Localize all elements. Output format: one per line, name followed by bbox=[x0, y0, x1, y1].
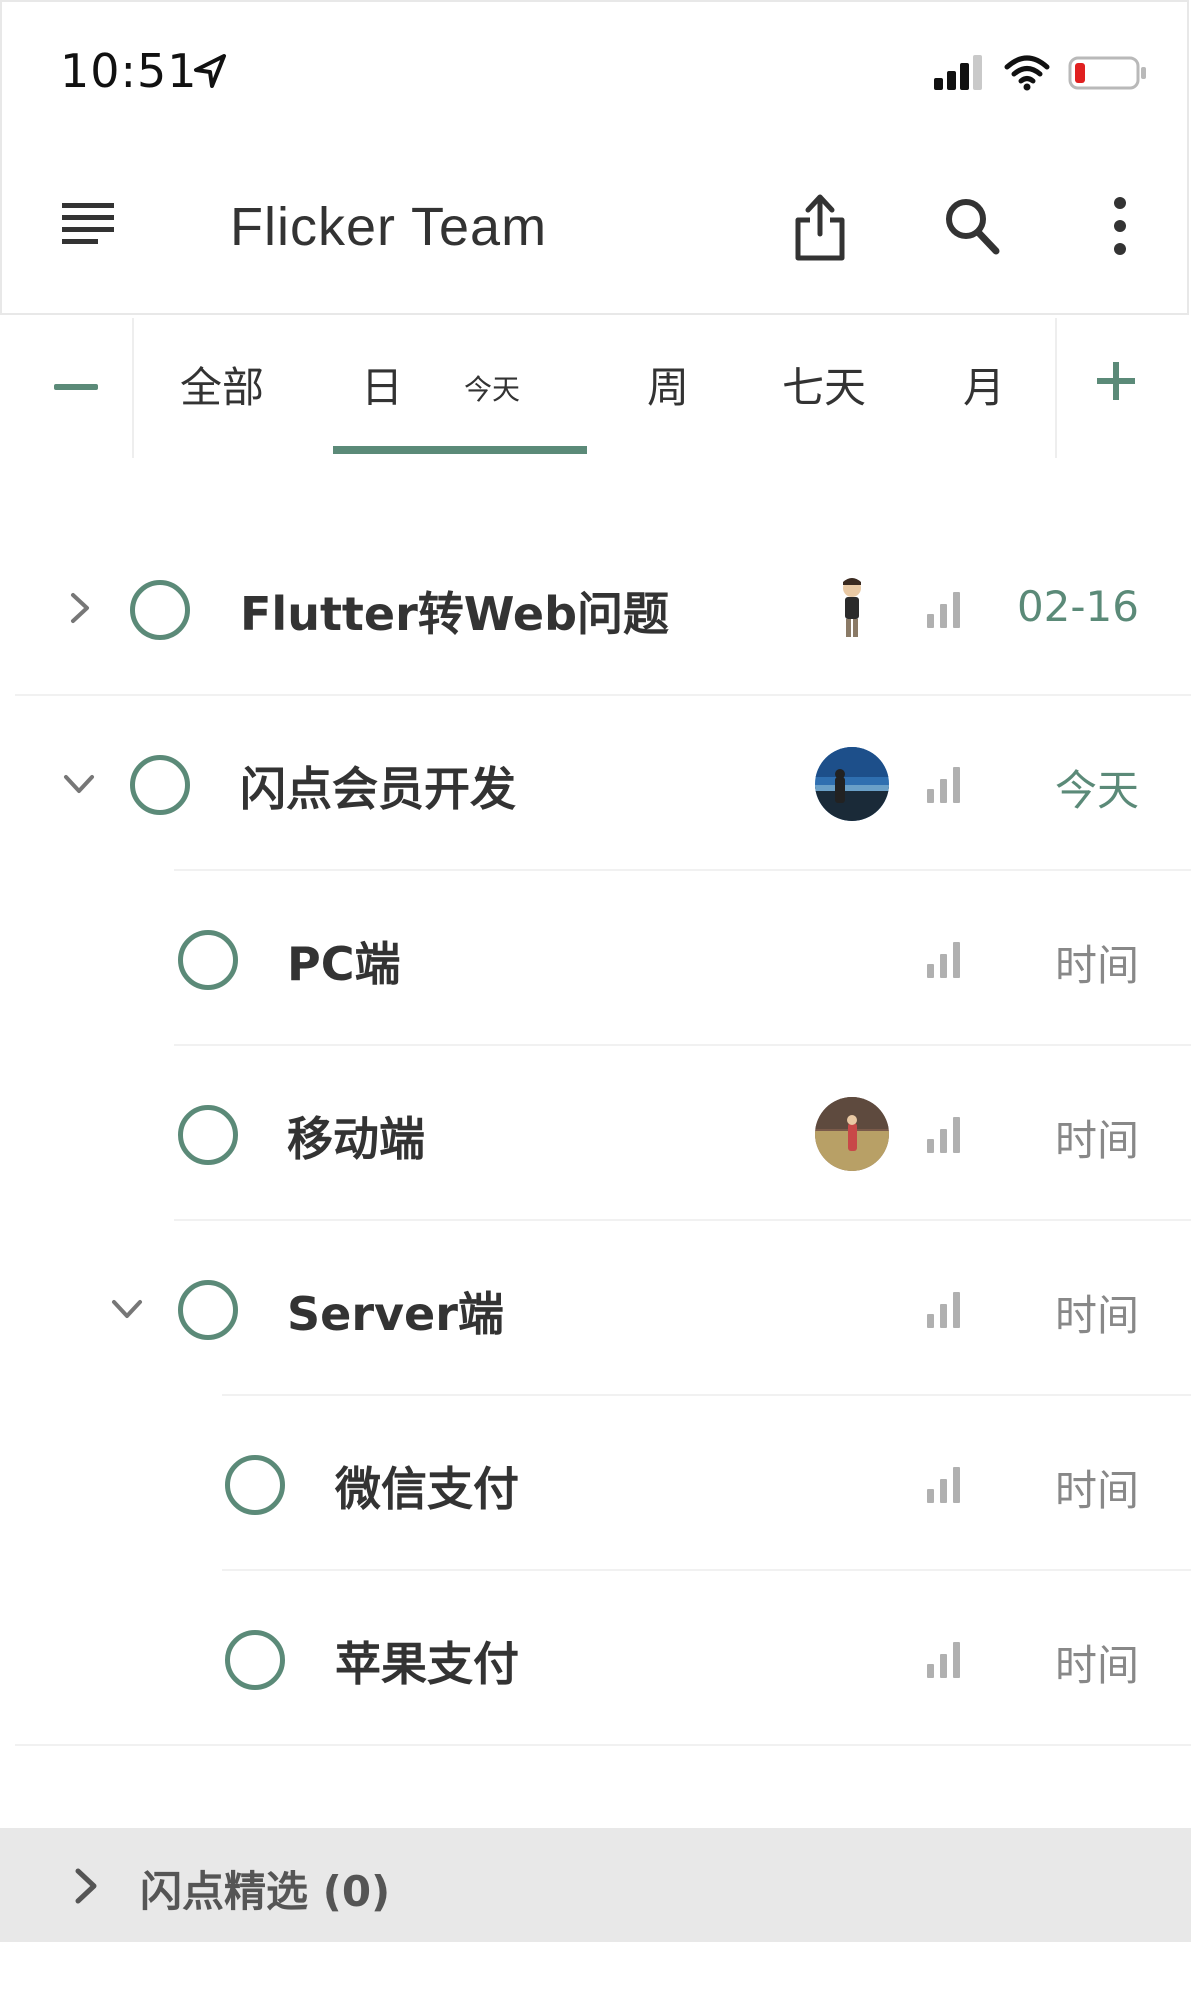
task-due-date[interactable]: 今天 bbox=[1055, 757, 1139, 818]
share-icon[interactable] bbox=[792, 192, 848, 262]
selected-tab-indicator bbox=[333, 446, 587, 454]
task-due-date[interactable]: 时间 bbox=[1055, 1107, 1139, 1168]
priority-icon[interactable] bbox=[924, 588, 964, 630]
search-icon[interactable] bbox=[944, 197, 1000, 255]
row-divider bbox=[174, 1219, 1191, 1221]
chevron-right-icon[interactable] bbox=[70, 1866, 100, 1906]
task-due-date[interactable]: 时间 bbox=[1055, 1282, 1139, 1343]
chevron-down-icon[interactable] bbox=[63, 767, 95, 799]
priority-icon[interactable] bbox=[924, 1638, 964, 1680]
tab-day-sub: 今天 bbox=[464, 373, 521, 406]
task-row[interactable]: Flutter转Web问题 02-16 bbox=[0, 522, 1191, 696]
chevron-right-icon[interactable] bbox=[63, 592, 95, 624]
task-title: 移动端 bbox=[287, 1112, 425, 1166]
priority-icon[interactable] bbox=[924, 763, 964, 805]
task-due-date[interactable]: 时间 bbox=[1055, 1457, 1139, 1518]
cellular-signal-icon bbox=[934, 55, 982, 90]
row-divider bbox=[222, 1569, 1191, 1571]
task-due-date[interactable]: 02-16 bbox=[1017, 582, 1139, 631]
group-header[interactable]: 闪点精选 (0) bbox=[0, 1828, 1191, 1942]
period-tabs: 全部 日 今天 周 七天 月 bbox=[0, 318, 1191, 458]
tab-seven-days[interactable]: 七天 bbox=[782, 354, 866, 415]
more-vertical-icon[interactable] bbox=[1104, 196, 1136, 256]
tab-all[interactable]: 全部 bbox=[180, 354, 264, 415]
row-divider bbox=[174, 869, 1191, 871]
task-due-date[interactable]: 时间 bbox=[1055, 932, 1139, 993]
wifi-icon bbox=[1004, 55, 1050, 91]
task-due-date[interactable]: 时间 bbox=[1055, 1632, 1139, 1693]
task-title: 闪点会员开发 bbox=[240, 762, 516, 816]
remove-tab-icon[interactable] bbox=[54, 384, 98, 390]
task-checkbox[interactable] bbox=[225, 1455, 285, 1515]
task-title: 微信支付 bbox=[335, 1462, 519, 1516]
group-label: 闪点精选 (0) bbox=[140, 1867, 391, 1916]
status-time: 10:51 bbox=[60, 44, 198, 98]
row-divider bbox=[15, 1744, 1191, 1746]
task-row[interactable]: 闪点会员开发 今天 bbox=[0, 697, 1191, 871]
priority-icon[interactable] bbox=[924, 938, 964, 980]
row-divider bbox=[222, 1394, 1191, 1396]
task-row[interactable]: 苹果支付 时间 bbox=[0, 1572, 1191, 1746]
tab-divider bbox=[132, 318, 134, 458]
task-title: Server端 bbox=[287, 1287, 504, 1341]
add-tab-icon[interactable] bbox=[1095, 360, 1137, 402]
task-row[interactable]: 微信支付 时间 bbox=[0, 1397, 1191, 1571]
chevron-down-icon[interactable] bbox=[111, 1292, 143, 1324]
task-title: PC端 bbox=[287, 937, 401, 991]
task-title: Flutter转Web问题 bbox=[240, 587, 670, 641]
task-checkbox[interactable] bbox=[178, 1105, 238, 1165]
tab-month[interactable]: 月 bbox=[963, 354, 1005, 415]
task-row[interactable]: Server端 时间 bbox=[0, 1222, 1191, 1396]
priority-icon[interactable] bbox=[924, 1288, 964, 1330]
tab-week[interactable]: 周 bbox=[647, 354, 689, 415]
priority-icon[interactable] bbox=[924, 1463, 964, 1505]
tab-day[interactable]: 日 bbox=[361, 354, 403, 415]
row-divider bbox=[15, 694, 1191, 696]
task-checkbox[interactable] bbox=[178, 930, 238, 990]
priority-icon[interactable] bbox=[924, 1113, 964, 1155]
landscape-avatar bbox=[815, 747, 889, 821]
task-row[interactable]: PC端 时间 bbox=[0, 872, 1191, 1046]
task-checkbox[interactable] bbox=[130, 580, 190, 640]
task-checkbox[interactable] bbox=[225, 1630, 285, 1690]
battery-icon bbox=[1068, 56, 1146, 90]
task-checkbox[interactable] bbox=[130, 755, 190, 815]
row-divider bbox=[174, 1044, 1191, 1046]
menu-icon[interactable] bbox=[60, 200, 116, 248]
person-avatar bbox=[815, 572, 889, 646]
app-title: Flicker Team bbox=[230, 197, 548, 257]
task-title: 苹果支付 bbox=[335, 1637, 519, 1691]
task-checkbox[interactable] bbox=[178, 1280, 238, 1340]
outdoor-avatar bbox=[815, 1097, 889, 1171]
task-row[interactable]: 移动端 时间 bbox=[0, 1047, 1191, 1221]
tab-divider bbox=[1055, 318, 1057, 458]
location-arrow-icon bbox=[194, 54, 226, 88]
